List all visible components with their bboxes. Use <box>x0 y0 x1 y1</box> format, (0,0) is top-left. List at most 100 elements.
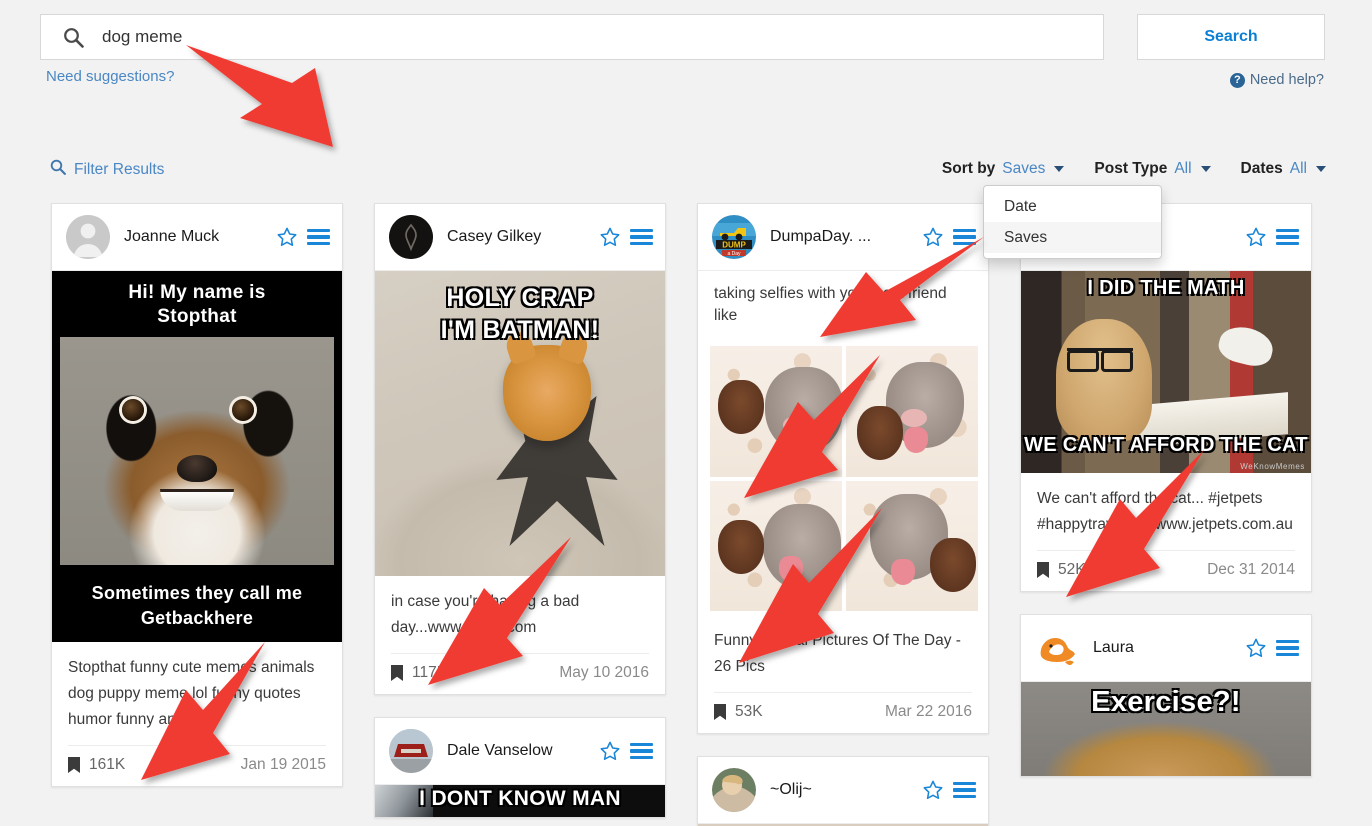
card-username[interactable]: Dale Vanselow <box>447 742 599 760</box>
results-column-3: DUMP a Day DumpaDay. ... taking selfies … <box>697 203 989 826</box>
need-help-link[interactable]: ? Need help? <box>1229 72 1324 88</box>
post-type-value[interactable]: All <box>1174 160 1191 178</box>
card-image[interactable]: I DID THE MATH WE CAN'T AFFORD THE CAT W… <box>1021 271 1311 473</box>
star-outline-icon[interactable] <box>599 226 621 248</box>
bookmark-icon <box>1037 562 1049 578</box>
bookmark-icon <box>714 704 726 720</box>
bookmark-icon <box>391 665 403 681</box>
filter-results-button[interactable]: Filter Results <box>50 159 164 180</box>
saves-value: 117K <box>412 664 448 681</box>
post-type-control[interactable]: Post Type All <box>1094 160 1211 178</box>
hamburger-menu-icon[interactable] <box>953 228 976 246</box>
card-image[interactable]: Hi! My name is Stopthat Sometimes they c… <box>52 271 342 642</box>
dog-eye-left <box>122 399 144 421</box>
card-footer: 161K Jan 19 2015 <box>68 745 326 786</box>
card-image[interactable]: HOLY CRAP I'M BATMAN! <box>375 271 665 576</box>
dog-mouth <box>160 489 234 511</box>
bookmark-icon <box>68 757 80 773</box>
result-card[interactable]: I DID THE MATH WE CAN'T AFFORD THE CAT W… <box>1020 203 1312 592</box>
avatar[interactable] <box>712 768 756 812</box>
results-column-2: Casey Gilkey HOLY CRAP I'M BATMAN! in ca… <box>374 203 666 826</box>
card-actions <box>922 226 976 248</box>
star-outline-icon[interactable] <box>276 226 298 248</box>
result-card[interactable]: DUMP a Day DumpaDay. ... taking selfies … <box>697 203 989 734</box>
avatar[interactable] <box>389 215 433 259</box>
card-image[interactable]: Exercise?! <box>1021 682 1311 776</box>
search-icon <box>63 27 84 48</box>
search-button[interactable]: Search <box>1137 14 1325 60</box>
star-outline-icon[interactable] <box>599 740 621 762</box>
star-outline-icon[interactable] <box>922 779 944 801</box>
results-column-4: I DID THE MATH WE CAN'T AFFORD THE CAT W… <box>1020 203 1312 799</box>
post-date: Dec 31 2014 <box>1207 561 1295 578</box>
post-date: Jan 19 2015 <box>240 756 326 773</box>
card-actions <box>599 740 653 762</box>
card-username[interactable]: Laura <box>1093 639 1245 657</box>
meme-text-top-2: Stopthat <box>157 306 237 327</box>
saves-count: 53K <box>714 703 763 721</box>
sort-by-control[interactable]: Sort by Saves <box>942 160 1065 178</box>
dropdown-item-saves[interactable]: Saves <box>984 222 1161 253</box>
saves-count: 52K <box>1037 561 1086 579</box>
glasses-object <box>1067 347 1134 372</box>
sort-by-value[interactable]: Saves <box>1002 160 1045 178</box>
card-image[interactable] <box>698 337 988 615</box>
card-caption: Funny Animal Pictures Of The Day - 26 Pi… <box>714 632 961 675</box>
result-card[interactable]: Joanne Muck Hi! My name is Stopthat Some… <box>51 203 343 787</box>
sort-by-dropdown-menu[interactable]: Date Saves <box>983 185 1162 259</box>
sort-by-label: Sort by <box>941 160 996 177</box>
card-actions <box>1245 637 1299 659</box>
star-outline-icon[interactable] <box>1245 637 1267 659</box>
card-username[interactable]: ~Olij~ <box>770 781 922 799</box>
result-card[interactable]: ~Olij~ LET'S JUST SKIP THE BOWL AND PUT <box>697 756 989 826</box>
chevron-down-icon[interactable] <box>1316 166 1326 172</box>
hamburger-menu-icon[interactable] <box>630 228 653 246</box>
saves-value: 161K <box>89 756 126 773</box>
dates-control[interactable]: Dates All <box>1241 160 1326 178</box>
search-results-page: Need suggestions? Search ? Need help? Fi… <box>0 0 1372 826</box>
card-actions <box>1245 226 1299 248</box>
hamburger-menu-icon[interactable] <box>953 781 976 799</box>
dates-value[interactable]: All <box>1290 160 1307 178</box>
hamburger-menu-icon[interactable] <box>630 742 653 760</box>
search-icon <box>50 159 66 180</box>
star-outline-icon[interactable] <box>922 226 944 248</box>
card-username[interactable]: Joanne Muck <box>124 228 276 246</box>
card-caption: Stopthat funny cute memes animals dog pu… <box>68 659 315 728</box>
chevron-down-icon[interactable] <box>1054 166 1065 172</box>
hamburger-menu-icon[interactable] <box>1276 639 1299 657</box>
avatar[interactable] <box>66 215 110 259</box>
avatar[interactable]: DUMP a Day <box>712 215 756 259</box>
star-outline-icon[interactable] <box>1245 226 1267 248</box>
results-column-1: Joanne Muck Hi! My name is Stopthat Some… <box>51 203 343 809</box>
dropdown-item-date[interactable]: Date <box>984 191 1161 222</box>
post-date: May 10 2016 <box>559 664 649 681</box>
result-card[interactable]: Dale Vanselow I DONT KNOW MAN <box>374 717 666 818</box>
card-header: Casey Gilkey <box>375 204 665 271</box>
result-card[interactable]: Casey Gilkey HOLY CRAP I'M BATMAN! in ca… <box>374 203 666 695</box>
card-actions <box>599 226 653 248</box>
meme-photo-grid <box>710 346 978 611</box>
avatar[interactable] <box>389 729 433 773</box>
meme-photo-3 <box>710 480 842 611</box>
hamburger-menu-icon[interactable] <box>307 228 330 246</box>
card-header: Joanne Muck <box>52 204 342 271</box>
result-card[interactable]: Laura Exercise?! <box>1020 614 1312 777</box>
avatar[interactable] <box>1035 626 1079 670</box>
dog-figure <box>1055 319 1152 442</box>
card-actions <box>922 779 976 801</box>
meme-photo <box>60 337 334 565</box>
hamburger-menu-icon[interactable] <box>1276 228 1299 246</box>
need-help-label: Need help? <box>1249 72 1324 88</box>
meme-text-top: Exercise?! <box>1091 686 1241 718</box>
need-suggestions-link[interactable]: Need suggestions? <box>46 68 174 85</box>
meme-text-bottom-2: Getbackhere <box>140 608 254 628</box>
card-username[interactable]: DumpaDay. ... <box>770 228 922 246</box>
chevron-down-icon[interactable] <box>1200 166 1211 172</box>
card-username[interactable]: Casey Gilkey <box>447 228 599 246</box>
search-bar[interactable] <box>40 14 1104 60</box>
search-input[interactable] <box>102 27 1002 47</box>
card-header: Laura <box>1021 615 1311 682</box>
dates-label: Dates <box>1240 160 1283 177</box>
card-image[interactable]: I DONT KNOW MAN <box>375 785 665 817</box>
